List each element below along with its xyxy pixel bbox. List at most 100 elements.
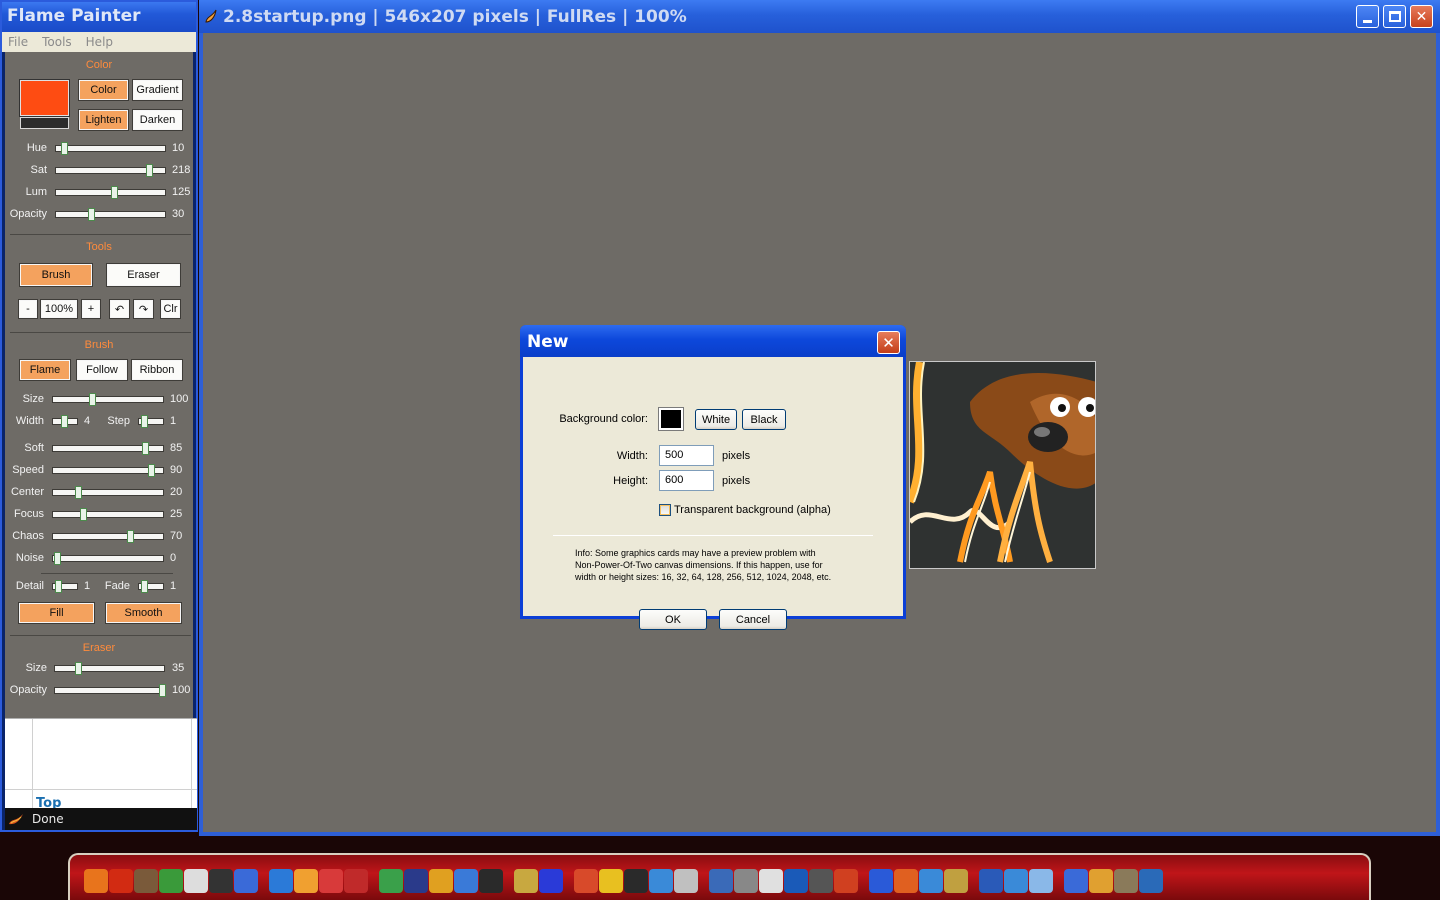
font-icon[interactable] — [539, 869, 563, 893]
usb-icon[interactable] — [234, 869, 258, 893]
slider-thumb[interactable] — [75, 662, 82, 675]
beer-icon[interactable] — [944, 869, 968, 893]
calc-icon[interactable] — [674, 869, 698, 893]
slider-lum[interactable] — [55, 186, 166, 199]
menu-tools[interactable]: Tools — [42, 35, 72, 49]
slider-thumb[interactable] — [80, 508, 87, 521]
flame-brush-button[interactable]: Flame — [19, 359, 71, 381]
wave-icon[interactable] — [1064, 869, 1088, 893]
slider-opacity[interactable] — [54, 684, 166, 697]
slider-thumb[interactable] — [142, 442, 149, 455]
width-input[interactable]: 500 — [659, 445, 714, 466]
zoom-out-button[interactable]: - — [18, 299, 38, 319]
slider-thumb[interactable] — [61, 142, 68, 155]
ribbon-brush-button[interactable]: Ribbon — [131, 359, 183, 381]
movie-icon[interactable] — [404, 869, 428, 893]
apps-icon[interactable] — [429, 869, 453, 893]
check-icon[interactable] — [649, 869, 673, 893]
flame-painter-titlebar[interactable]: Flame Painter — [2, 2, 196, 32]
mail-icon[interactable] — [759, 869, 783, 893]
follow-brush-button[interactable]: Follow — [76, 359, 128, 381]
slider-thumb[interactable] — [54, 552, 61, 565]
bolt-icon[interactable] — [599, 869, 623, 893]
new-dialog-titlebar[interactable]: New ✕ — [520, 325, 906, 357]
photoshop-icon[interactable] — [784, 869, 808, 893]
slider-detail[interactable] — [52, 580, 78, 593]
clock-icon[interactable] — [1004, 869, 1028, 893]
slider-thumb[interactable] — [159, 684, 166, 697]
transparent-checkbox[interactable] — [659, 504, 671, 516]
close-button[interactable]: ✕ — [1410, 5, 1433, 28]
slider-thumb[interactable] — [88, 208, 95, 221]
smooth-button[interactable]: Smooth — [105, 602, 182, 624]
cancel-button[interactable]: Cancel — [719, 609, 787, 630]
book-icon[interactable] — [294, 869, 318, 893]
disc-icon[interactable] — [1139, 869, 1163, 893]
ok-button[interactable]: OK — [639, 609, 707, 630]
zoom-level[interactable]: 100% — [40, 299, 78, 319]
slider-thumb[interactable] — [111, 186, 118, 199]
clear-button[interactable]: Clr — [160, 299, 181, 319]
slider-soft[interactable] — [52, 442, 164, 455]
dialog-close-button[interactable]: ✕ — [877, 331, 900, 354]
undo-button[interactable]: ↶ — [109, 299, 130, 319]
slider-thumb[interactable] — [75, 486, 82, 499]
slider-opacity[interactable] — [55, 208, 166, 221]
help-pane[interactable]: Top — [5, 718, 197, 811]
ie-icon[interactable] — [269, 869, 293, 893]
slider-width[interactable] — [52, 415, 78, 428]
slider-thumb[interactable] — [127, 530, 134, 543]
slider-focus[interactable] — [52, 508, 164, 521]
rings-icon[interactable] — [1089, 869, 1113, 893]
menu-file[interactable]: File — [8, 35, 28, 49]
slider-step[interactable] — [138, 415, 164, 428]
box-icon[interactable] — [1114, 869, 1138, 893]
text-icon[interactable] — [479, 869, 503, 893]
minimize-button[interactable] — [1356, 5, 1379, 28]
slider-thumb[interactable] — [61, 415, 68, 428]
slider-chaos[interactable] — [52, 530, 164, 543]
slider-thumb[interactable] — [141, 580, 148, 593]
slider-speed[interactable] — [52, 464, 164, 477]
lighten-button[interactable]: Lighten — [78, 109, 129, 131]
fire-icon[interactable] — [894, 869, 918, 893]
slider-size[interactable] — [54, 662, 165, 675]
link-icon[interactable] — [734, 869, 758, 893]
gimp-icon[interactable] — [134, 869, 158, 893]
height-input[interactable]: 600 — [659, 470, 714, 491]
slider-thumb[interactable] — [55, 580, 62, 593]
fill-button[interactable]: Fill — [18, 602, 95, 624]
magic-icon[interactable] — [574, 869, 598, 893]
eye-icon[interactable] — [809, 869, 833, 893]
3d-icon[interactable] — [919, 869, 943, 893]
firefox-icon[interactable] — [84, 869, 108, 893]
slider-thumb[interactable] — [89, 393, 96, 406]
slider-thumb[interactable] — [146, 164, 153, 177]
paint-icon[interactable] — [379, 869, 403, 893]
pdf-icon[interactable] — [319, 869, 343, 893]
image-window-titlebar[interactable]: 2.8startup.png | 546x207 pixels | FullRe… — [199, 0, 1440, 33]
edit-icon[interactable] — [514, 869, 538, 893]
globe-icon[interactable] — [454, 869, 478, 893]
gradient-mode-button[interactable]: Gradient — [132, 79, 183, 101]
black-bg-button[interactable]: Black — [742, 409, 786, 430]
keyboard-icon[interactable] — [184, 869, 208, 893]
cloud-icon[interactable] — [1029, 869, 1053, 893]
menu-help[interactable]: Help — [86, 35, 113, 49]
background-color-swatch[interactable] — [658, 407, 684, 431]
pdf2-icon[interactable] — [344, 869, 368, 893]
color-mode-button[interactable]: Color — [78, 79, 129, 101]
slider-noise[interactable] — [52, 552, 164, 565]
slider-thumb[interactable] — [141, 415, 148, 428]
darken-button[interactable]: Darken — [132, 109, 183, 131]
slider-thumb[interactable] — [148, 464, 155, 477]
slider-sat[interactable] — [55, 164, 166, 177]
word-icon[interactable] — [979, 869, 1003, 893]
flame-icon[interactable] — [109, 869, 133, 893]
terminal-icon[interactable] — [209, 869, 233, 893]
slider-center[interactable] — [52, 486, 164, 499]
slider-fade[interactable] — [138, 580, 164, 593]
brush-tool-button[interactable]: Brush — [19, 263, 93, 287]
redo-button[interactable]: ↷ — [133, 299, 154, 319]
sphere-icon[interactable] — [869, 869, 893, 893]
